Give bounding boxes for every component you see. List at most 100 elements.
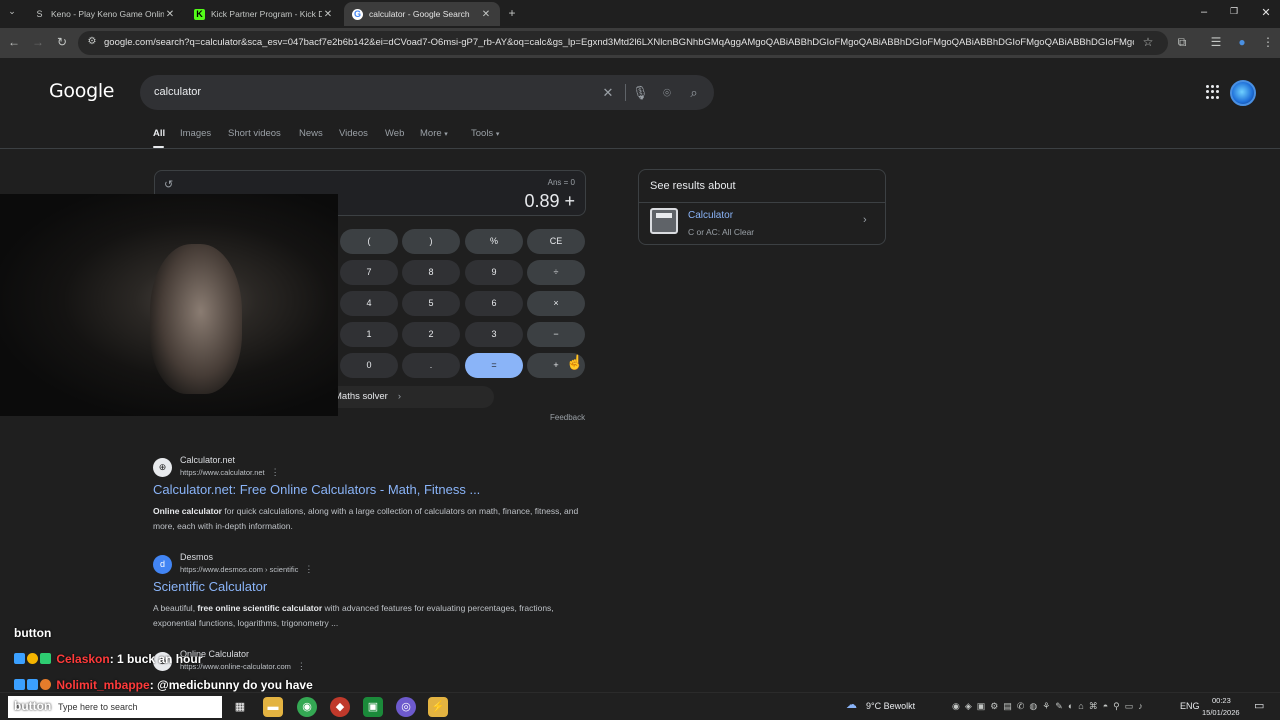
search-results-page: Google calculator ✕ 🎙 ⌾ ⌕ All Images Sho… — [0, 58, 1280, 692]
history-icon[interactable]: ↺ — [164, 178, 173, 191]
restore-icon[interactable]: ❐ — [1224, 6, 1244, 17]
minimize-icon[interactable]: – — [1194, 6, 1214, 18]
task-view-icon[interactable]: ▦ — [230, 697, 250, 717]
result-site-name[interactable]: Calculator.net — [180, 455, 235, 465]
address-bar[interactable]: ⚙ google.com/search?q=calculator&sca_esv… — [78, 31, 1168, 55]
calculator-key[interactable]: 0 — [340, 353, 398, 378]
tab-tools[interactable]: Tools ▾ — [471, 128, 499, 139]
chat-message: : @medicbunny do you have — [149, 678, 313, 692]
app-icon[interactable]: ⚡ — [428, 697, 448, 717]
reload-icon[interactable]: ↻ — [54, 35, 70, 49]
browser-tab-google[interactable]: G calculator - Google Search ✕ — [344, 2, 500, 26]
chat-username[interactable]: Nolimit_mbappe — [56, 678, 149, 692]
desmos-favicon-icon: d — [153, 555, 172, 574]
voice-search-icon[interactable]: 🎙 — [632, 85, 649, 101]
app-icon[interactable]: ◆ — [330, 697, 350, 717]
browser-tab-strip: ⌄ S Keno - Play Keno Game Online ✕ K Kic… — [0, 0, 1280, 28]
result-title[interactable]: Scientific Calculator — [153, 579, 267, 594]
tab-images[interactable]: Images — [180, 128, 211, 139]
calculator-thumbnail-icon[interactable] — [650, 208, 678, 234]
tab-news[interactable]: News — [299, 128, 323, 139]
calculator-key[interactable]: 4 — [340, 291, 398, 316]
search-icon[interactable]: ⌕ — [686, 85, 702, 101]
language-indicator[interactable]: ENG — [1180, 701, 1200, 711]
calculator-key[interactable]: = — [465, 353, 523, 378]
bookmark-star-icon[interactable]: ☆ — [1140, 35, 1156, 49]
close-tab-icon[interactable]: ✕ — [164, 9, 176, 20]
tray-icons[interactable]: ◉◈▣⚙▤✆◍⚘✎◐⌂⌘◓⚲▭♪ — [952, 701, 1148, 712]
chevron-down-icon: ▾ — [495, 131, 500, 138]
chat-line: Nolimit_mbappe: @medicbunny do you have — [14, 678, 313, 692]
more-options-icon[interactable]: ⋮ — [271, 467, 280, 477]
new-tab-icon[interactable]: + — [504, 6, 520, 20]
google-logo[interactable]: Google — [49, 80, 115, 102]
calculator-key[interactable]: 2 — [402, 322, 460, 347]
result-url[interactable]: https://www.desmos.com › scientific ⋮ — [180, 564, 313, 575]
browser-tab-kick[interactable]: K Kick Partner Program - Kick Das ✕ — [186, 2, 342, 26]
file-explorer-icon[interactable]: ▬ — [263, 697, 283, 717]
weather-icon: ☁ — [846, 699, 857, 711]
calculator-key[interactable]: ÷ — [527, 260, 585, 285]
calculator-key[interactable]: % — [465, 229, 523, 254]
chevron-right-icon[interactable]: › — [863, 214, 867, 226]
url-text[interactable]: google.com/search?q=calculator&sca_esv=0… — [104, 37, 1134, 48]
profile-icon[interactable]: ● — [1234, 35, 1250, 49]
calculator-key[interactable]: CE — [527, 229, 585, 254]
chat-line: button — [14, 626, 52, 640]
calculator-key[interactable]: 8 — [402, 260, 460, 285]
calculator-key[interactable]: × — [527, 291, 585, 316]
calculator-key[interactable]: 3 — [465, 322, 523, 347]
extensions-icon[interactable]: ⧉ — [1174, 35, 1190, 50]
close-tab-icon[interactable]: ✕ — [480, 9, 492, 20]
calculator-key[interactable]: 6 — [465, 291, 523, 316]
more-options-icon[interactable]: ⋮ — [304, 564, 313, 574]
tab-more[interactable]: More ▾ — [420, 128, 448, 139]
tab-videos[interactable]: Videos — [339, 128, 368, 139]
chat-username[interactable]: Celaskon — [56, 652, 109, 666]
close-tab-icon[interactable]: ✕ — [322, 9, 334, 20]
lens-search-icon[interactable]: ⌾ — [659, 85, 675, 101]
calculator-key[interactable]: ( — [340, 229, 398, 254]
browser-tab-keno[interactable]: S Keno - Play Keno Game Online ✕ — [26, 2, 184, 26]
chrome-icon[interactable]: ◉ — [297, 697, 317, 717]
panel-entity-title[interactable]: Calculator — [688, 210, 733, 221]
calculator-ans: Ans = 0 — [547, 178, 575, 187]
calculator-key[interactable]: 9 — [465, 260, 523, 285]
clear-search-icon[interactable]: ✕ — [600, 85, 616, 101]
google-apps-icon[interactable] — [1206, 85, 1220, 99]
menu-icon[interactable]: ⋮ — [1260, 35, 1276, 49]
account-avatar[interactable] — [1230, 80, 1256, 106]
tab-tools-label: Tools — [471, 128, 494, 139]
clock-time[interactable]: 00:23 — [1212, 696, 1231, 705]
result-url[interactable]: https://www.calculator.net ⋮ — [180, 467, 280, 478]
forward-icon[interactable]: → — [30, 35, 46, 49]
app-icon[interactable]: ◎ — [396, 697, 416, 717]
chat-badge-icon — [40, 653, 51, 664]
tab-web[interactable]: Web — [385, 128, 404, 139]
app-icon[interactable]: ▣ — [363, 697, 383, 717]
calculator-key[interactable]: 5 — [402, 291, 460, 316]
calculator-key[interactable]: 7 — [340, 260, 398, 285]
maths-solver-button[interactable]: Maths solver › — [326, 386, 494, 408]
tab-media-icon[interactable]: ☰ — [1208, 35, 1224, 49]
back-icon[interactable]: ← — [6, 35, 22, 49]
calculator-key[interactable]: . — [402, 353, 460, 378]
calculator-key[interactable]: 1 — [340, 322, 398, 347]
tab-short-videos[interactable]: Short videos — [228, 128, 281, 139]
result-title[interactable]: Calculator.net: Free Online Calculators … — [153, 482, 480, 497]
result-site-name[interactable]: Desmos — [180, 552, 213, 562]
feedback-link[interactable]: Feedback — [550, 413, 585, 422]
search-result: d Desmos https://www.desmos.com › scient… — [153, 552, 593, 632]
more-options-icon[interactable]: ⋮ — [297, 661, 306, 671]
calculator-key[interactable]: ) — [402, 229, 460, 254]
site-info-icon[interactable]: ⚙ — [84, 36, 100, 47]
weather-text[interactable]: 9°C Bewolkt — [866, 701, 915, 711]
tab-search-chevron-icon[interactable]: ⌄ — [4, 6, 20, 17]
search-box[interactable]: calculator ✕ 🎙 ⌾ ⌕ — [140, 75, 714, 110]
tab-all[interactable]: All — [153, 128, 165, 139]
clock-date[interactable]: 15/01/2026 — [1202, 708, 1240, 717]
calculator-key[interactable]: − — [527, 322, 585, 347]
search-input[interactable]: calculator — [154, 86, 201, 98]
notifications-icon[interactable]: ▭ — [1254, 699, 1264, 712]
close-window-icon[interactable]: ✕ — [1256, 6, 1276, 19]
